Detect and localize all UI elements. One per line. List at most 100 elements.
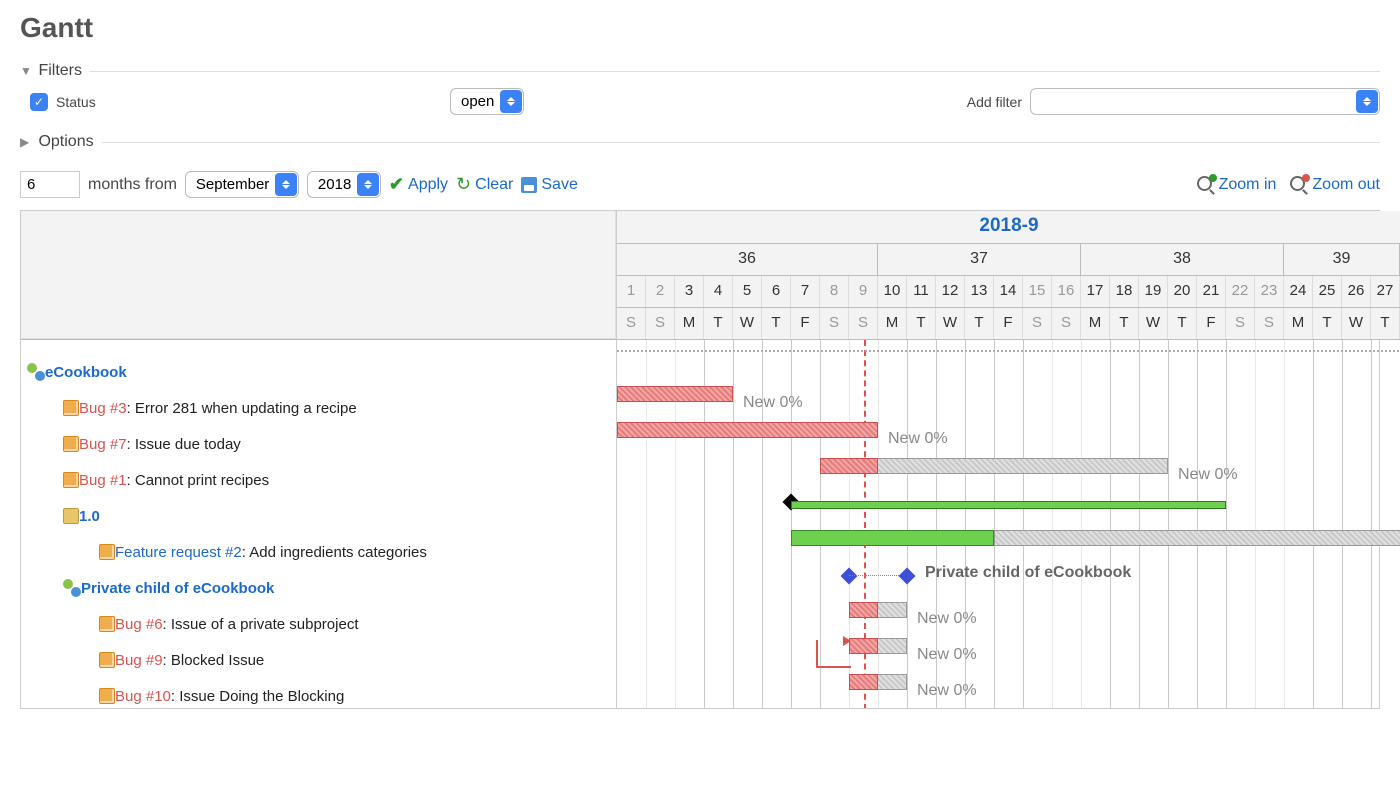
gantt-row: Private child of eCookbook <box>617 556 1400 592</box>
task-bar[interactable]: New 0% <box>849 602 907 618</box>
milestone-end <box>899 568 916 585</box>
day-of-week: S <box>820 308 849 339</box>
issue-link[interactable]: Bug #6 <box>115 616 163 633</box>
ticket-icon <box>63 472 79 488</box>
issue-link[interactable]: Bug #10 <box>115 688 171 705</box>
apply-link[interactable]: ✔Apply <box>389 174 448 195</box>
day-of-week: T <box>1371 308 1400 339</box>
day-of-week: T <box>704 308 733 339</box>
task-bar[interactable]: New 0% <box>617 422 878 438</box>
day-of-week: T <box>965 308 994 339</box>
day-of-week: W <box>733 308 762 339</box>
gantt-row <box>617 340 1400 376</box>
clear-link[interactable]: ↻Clear <box>456 174 513 195</box>
gantt-row: New 0% <box>617 448 1400 484</box>
issue-row: Bug #7: Issue due today <box>21 426 616 462</box>
status-select[interactable]: open <box>450 88 524 115</box>
day-of-week: M <box>1081 308 1110 339</box>
zoom-in-link[interactable]: Zoom in <box>1197 176 1277 194</box>
project-icon <box>63 579 81 597</box>
gantt-row <box>617 484 1400 520</box>
year-select[interactable]: 2018 <box>307 171 381 198</box>
day-of-week: M <box>1284 308 1313 339</box>
issue-row: Feature request #2: Add ingredients cate… <box>21 534 616 570</box>
version-row: 1.0 <box>21 498 616 534</box>
gantt-row: New 0% <box>617 592 1400 628</box>
task-bar[interactable]: New 0% <box>820 458 1168 474</box>
issue-link[interactable]: Bug #1 <box>79 472 127 489</box>
ticket-icon <box>99 544 115 560</box>
day-number: 26 <box>1342 276 1371 307</box>
week-header: 38 <box>1081 244 1284 275</box>
zoom-out-icon <box>1290 176 1308 194</box>
day-number: 4 <box>704 276 733 307</box>
task-bar[interactable]: New 0% <box>849 638 907 654</box>
day-number: 8 <box>820 276 849 307</box>
issue-link[interactable]: Bug #9 <box>115 652 163 669</box>
day-of-week: W <box>1342 308 1371 339</box>
day-of-week: M <box>675 308 704 339</box>
issue-link[interactable]: Feature request #2 <box>115 544 242 561</box>
zoom-out-link[interactable]: Zoom out <box>1290 176 1380 194</box>
status-label: Status <box>56 94 96 110</box>
gantt-timeline[interactable]: 2018-93637383912345678910111213141516171… <box>617 211 1400 708</box>
gantt-row: New 0% <box>617 376 1400 412</box>
project-row: eCookbook <box>21 354 616 390</box>
day-number: 14 <box>994 276 1023 307</box>
week-header: 37 <box>878 244 1081 275</box>
month-select[interactable]: September <box>185 171 299 198</box>
day-of-week: S <box>617 308 646 339</box>
save-link[interactable]: Save <box>521 176 577 194</box>
issue-link[interactable]: Bug #3 <box>79 400 127 417</box>
task-bar[interactable] <box>791 530 994 546</box>
save-icon <box>521 177 537 193</box>
day-number: 16 <box>1052 276 1081 307</box>
day-of-week: S <box>1226 308 1255 339</box>
project-link[interactable]: Private child of eCookbook <box>81 580 274 597</box>
package-icon <box>63 508 79 524</box>
day-number: 5 <box>733 276 762 307</box>
project-link[interactable]: eCookbook <box>45 364 127 381</box>
day-number: 17 <box>1081 276 1110 307</box>
day-of-week: W <box>936 308 965 339</box>
ticket-icon <box>99 652 115 668</box>
filters-legend[interactable]: ▼ Filters <box>20 62 90 80</box>
months-input[interactable] <box>20 171 80 198</box>
gantt-chart: eCookbookBug #3: Error 281 when updating… <box>20 210 1380 709</box>
add-filter-label: Add filter <box>967 94 1022 110</box>
options-legend[interactable]: ▶ Options <box>20 133 102 151</box>
dependency-arrow-icon <box>843 636 851 646</box>
day-number: 23 <box>1255 276 1284 307</box>
gantt-row: New 0% <box>617 412 1400 448</box>
issue-row: Bug #10: Issue Doing the Blocking <box>21 678 616 714</box>
issue-row: Bug #9: Blocked Issue <box>21 642 616 678</box>
subjects-header <box>21 211 616 340</box>
day-number: 13 <box>965 276 994 307</box>
version-bar[interactable] <box>791 501 1226 509</box>
issue-link[interactable]: Bug #7 <box>79 436 127 453</box>
day-of-week: F <box>1197 308 1226 339</box>
day-number: 15 <box>1023 276 1052 307</box>
day-number: 20 <box>1168 276 1197 307</box>
gantt-toolbar: months from September 2018 ✔Apply ↻Clear… <box>20 171 1380 198</box>
filters-fieldset: ▼ Filters ✓ Status open Add filter <box>20 62 1380 127</box>
day-number: 2 <box>646 276 675 307</box>
reload-icon: ↻ <box>456 174 471 195</box>
day-number: 1 <box>617 276 646 307</box>
day-number: 25 <box>1313 276 1342 307</box>
week-header: 36 <box>617 244 878 275</box>
gantt-row: New 0% <box>617 664 1400 700</box>
week-header: 39 <box>1284 244 1400 275</box>
task-bar[interactable]: New 0% <box>617 386 733 402</box>
chevron-down-icon: ▼ <box>20 64 34 78</box>
day-number: 7 <box>791 276 820 307</box>
task-bar[interactable]: New 0% <box>849 674 907 690</box>
gantt-row <box>617 520 1400 556</box>
day-of-week: F <box>994 308 1023 339</box>
day-of-week: W <box>1139 308 1168 339</box>
day-of-week: T <box>1110 308 1139 339</box>
version-link[interactable]: 1.0 <box>79 508 100 525</box>
ticket-icon <box>63 436 79 452</box>
status-checkbox[interactable]: ✓ <box>30 93 48 111</box>
add-filter-select[interactable] <box>1030 88 1380 115</box>
